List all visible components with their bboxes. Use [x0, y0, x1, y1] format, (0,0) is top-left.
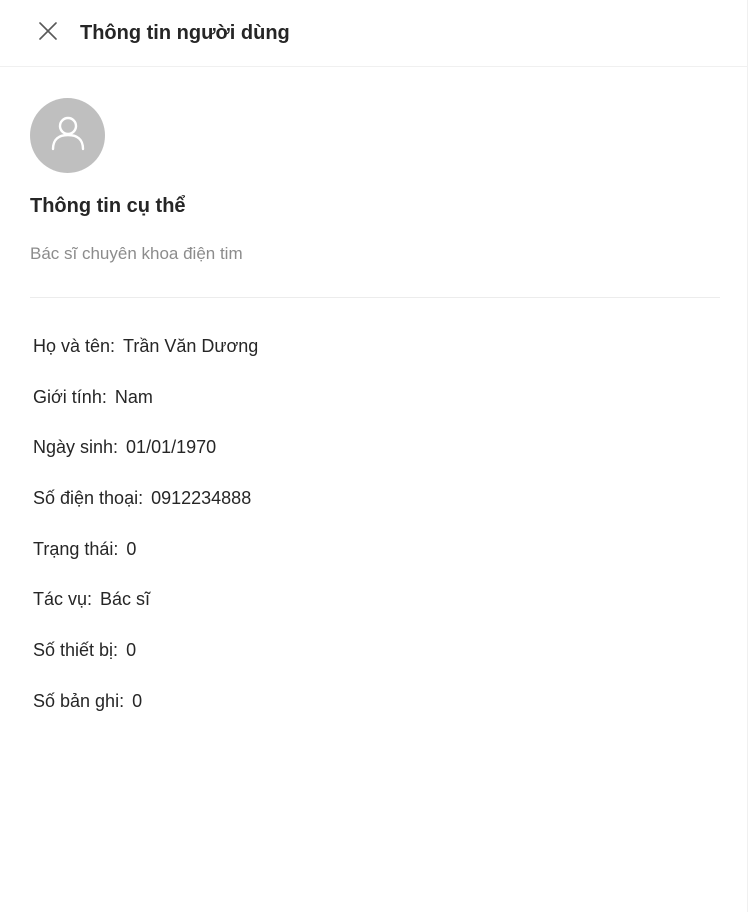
field-device-count: Số thiết bị: 0: [33, 639, 258, 690]
drawer-title: Thông tin người dùng: [80, 22, 290, 44]
field-record-count: Số bản ghi: 0: [33, 690, 258, 741]
user-icon: [50, 115, 86, 156]
user-info-drawer: Thông tin người dùng Thông tin cụ thể Bá…: [0, 0, 748, 912]
field-value: Trần Văn Dương: [123, 336, 259, 356]
field-label: Tác vụ:: [33, 589, 93, 610]
field-role: Tác vụ: Bác sĩ: [33, 588, 258, 639]
field-label: Giới tính:: [33, 386, 107, 407]
close-icon: [39, 21, 57, 45]
field-gender: Giới tính: Nam: [33, 386, 258, 437]
section-title: Thông tin cụ thể: [30, 195, 186, 217]
divider: [30, 297, 720, 298]
drawer-header: Thông tin người dùng: [0, 0, 747, 67]
field-label: Số thiết bị:: [33, 640, 119, 661]
field-value: 0: [126, 640, 137, 661]
field-label: Số điện thoại:: [33, 488, 144, 509]
field-label: Họ và tên:: [33, 336, 116, 356]
field-value: Bác sĩ: [100, 589, 151, 610]
avatar: [30, 98, 105, 173]
close-button[interactable]: [30, 15, 66, 51]
field-status: Trạng thái: 0: [33, 538, 258, 589]
field-value: Nam: [114, 386, 153, 407]
field-value: 01/01/1970: [126, 437, 217, 458]
field-value: 0: [126, 538, 137, 559]
field-value: 0912234888: [151, 488, 252, 509]
field-label: Số bản ghi:: [33, 690, 125, 711]
field-phone: Số điện thoại: 0912234888: [33, 487, 258, 538]
field-value: 0: [132, 690, 143, 711]
user-details-list: Họ và tên: Trần Văn Dương Giới tính: Nam N…: [33, 335, 258, 741]
field-label: Trạng thái:: [33, 538, 119, 559]
field-label: Ngày sinh:: [33, 437, 119, 458]
user-description: Bác sĩ chuyên khoa điện tim: [30, 244, 243, 263]
field-birth-date: Ngày sinh: 01/01/1970: [33, 436, 258, 487]
field-full-name: Họ và tên: Trần Văn Dương: [33, 335, 258, 386]
